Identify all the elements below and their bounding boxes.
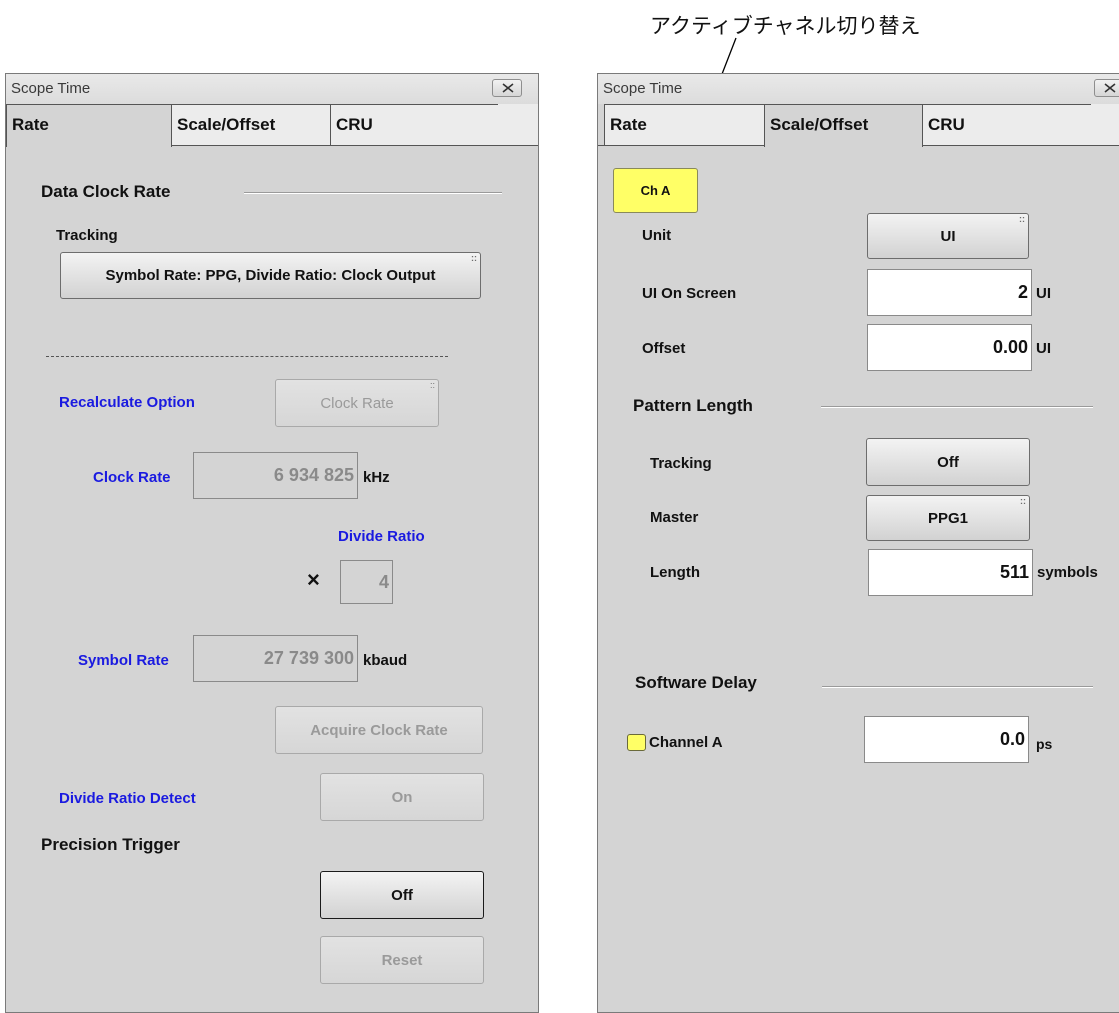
- ui-on-screen-unit: UI: [1036, 285, 1051, 302]
- left-tab-cru-label: CRU: [336, 115, 373, 134]
- precision-trigger-heading: Precision Trigger: [41, 835, 180, 854]
- divide-ratio-value: 4: [378, 572, 389, 592]
- left-tab-rate[interactable]: Rate: [6, 104, 172, 147]
- length-value: 511: [999, 562, 1029, 582]
- acquire-clock-rate-label: Acquire Clock Rate: [310, 721, 448, 739]
- right-tab-cru[interactable]: CRU: [922, 104, 1092, 146]
- close-icon: [502, 83, 514, 93]
- precision-trigger-value: Off: [391, 886, 413, 904]
- channel-a-button-label: Ch A: [640, 183, 671, 198]
- symbol-rate-value: 27 739 300: [263, 648, 354, 668]
- precision-trigger-button[interactable]: Off: [320, 871, 484, 919]
- channel-a-checkbox[interactable]: [627, 734, 646, 751]
- grip-icon: ::: [1020, 496, 1026, 506]
- right-tab-cru-label: CRU: [928, 115, 965, 134]
- pattern-length-divider: [821, 406, 1093, 408]
- clock-rate-unit: kHz: [363, 469, 390, 486]
- left-title: Scope Time: [11, 80, 91, 97]
- data-clock-rate-heading: Data Clock Rate: [41, 182, 171, 201]
- clock-rate-label: Clock Rate: [93, 469, 171, 486]
- divide-ratio-label: Divide Ratio: [338, 528, 425, 545]
- offset-unit: UI: [1036, 340, 1051, 357]
- pattern-tracking-label: Tracking: [650, 455, 712, 472]
- grip-icon: ::: [471, 253, 477, 263]
- left-tab-cru[interactable]: CRU: [330, 104, 499, 146]
- pattern-tracking-button[interactable]: Off: [866, 438, 1030, 486]
- offset-field[interactable]: 0.00: [867, 324, 1032, 371]
- right-tab-underline-left: [598, 145, 765, 146]
- channel-a-label: Channel A: [649, 734, 723, 751]
- recalculate-clock-rate-label: Clock Rate: [320, 394, 394, 412]
- recalculate-option-label: Recalculate Option: [59, 394, 195, 411]
- divide-ratio-detect-value: On: [391, 788, 413, 806]
- software-delay-divider: [822, 686, 1093, 688]
- ui-on-screen-label: UI On Screen: [642, 285, 737, 302]
- left-titlebar: Scope Time: [6, 74, 538, 104]
- reset-button[interactable]: Reset: [320, 936, 484, 984]
- tracking-button[interactable]: Symbol Rate: PPG, Divide Ratio: Clock Ou…: [60, 252, 481, 299]
- offset-label: Offset: [642, 340, 686, 357]
- channel-a-delay-value: 0.0: [999, 729, 1025, 749]
- offset-value: 0.00: [992, 337, 1028, 357]
- right-dialog-scope-time: Scope Time Rate Scale/Offset CRU Ch A Un…: [597, 73, 1119, 1013]
- unit-button-label: UI: [940, 227, 956, 245]
- right-tab-rate[interactable]: Rate: [604, 104, 765, 146]
- channel-a-delay-field[interactable]: 0.0: [864, 716, 1029, 763]
- length-label: Length: [650, 564, 700, 581]
- pattern-tracking-value: Off: [937, 453, 959, 471]
- reset-label: Reset: [381, 951, 423, 969]
- grip-icon: ::: [429, 380, 435, 390]
- unit-label: Unit: [642, 227, 672, 244]
- divide-ratio-field[interactable]: 4: [340, 560, 393, 604]
- unit-button[interactable]: UI ::: [867, 213, 1029, 259]
- left-tab-underline: [171, 145, 538, 146]
- divide-ratio-detect-label: Divide Ratio Detect: [59, 790, 196, 807]
- clock-rate-value: 6 934 825: [273, 465, 354, 485]
- grip-icon: ::: [1019, 214, 1025, 224]
- clock-rate-field[interactable]: 6 934 825: [193, 452, 358, 499]
- master-button[interactable]: PPG1 ::: [866, 495, 1030, 541]
- channel-a-delay-unit: ps: [1036, 736, 1053, 752]
- ui-on-screen-field[interactable]: 2: [867, 269, 1032, 316]
- tracking-label: Tracking: [56, 227, 118, 244]
- left-tab-scale-offset-label: Scale/Offset: [177, 115, 276, 134]
- left-dialog-scope-time: Scope Time Rate Scale/Offset CRU Data Cl…: [5, 73, 539, 1013]
- right-tab-scale-offset-label: Scale/Offset: [770, 115, 869, 134]
- symbol-rate-field[interactable]: 27 739 300: [193, 635, 358, 682]
- close-icon: [1104, 83, 1116, 93]
- dashed-separator: [46, 356, 448, 357]
- right-tab-underline-right: [922, 145, 1119, 146]
- length-unit: symbols: [1037, 564, 1098, 581]
- right-tab-scale-offset[interactable]: Scale/Offset: [764, 104, 923, 147]
- symbol-rate-unit: kbaud: [363, 652, 408, 669]
- left-tab-filler: [498, 104, 538, 146]
- divide-ratio-detect-button[interactable]: On: [320, 773, 484, 821]
- multiply-sign: ×: [307, 567, 320, 592]
- left-tab-rate-label: Rate: [12, 115, 49, 134]
- master-button-value: PPG1: [927, 509, 969, 527]
- channel-a-button[interactable]: Ch A: [613, 168, 698, 213]
- left-tab-scale-offset[interactable]: Scale/Offset: [171, 104, 331, 146]
- pattern-length-heading: Pattern Length: [633, 396, 753, 415]
- right-titlebar: Scope Time: [598, 74, 1119, 104]
- right-tab-filler: [1091, 104, 1119, 146]
- acquire-clock-rate-button[interactable]: Acquire Clock Rate: [275, 706, 483, 754]
- left-close-button[interactable]: [492, 79, 522, 97]
- ui-on-screen-value: 2: [1017, 282, 1028, 302]
- length-field[interactable]: 511: [868, 549, 1033, 596]
- symbol-rate-label: Symbol Rate: [78, 652, 169, 669]
- right-tab-rate-label: Rate: [610, 115, 647, 134]
- data-clock-rate-divider: [244, 192, 502, 194]
- recalculate-clock-rate-button[interactable]: Clock Rate ::: [275, 379, 439, 427]
- master-label: Master: [650, 509, 699, 526]
- right-close-button[interactable]: [1094, 79, 1119, 97]
- right-title: Scope Time: [603, 80, 683, 97]
- software-delay-heading: Software Delay: [635, 673, 757, 692]
- tracking-button-label: Symbol Rate: PPG, Divide Ratio: Clock Ou…: [105, 267, 436, 284]
